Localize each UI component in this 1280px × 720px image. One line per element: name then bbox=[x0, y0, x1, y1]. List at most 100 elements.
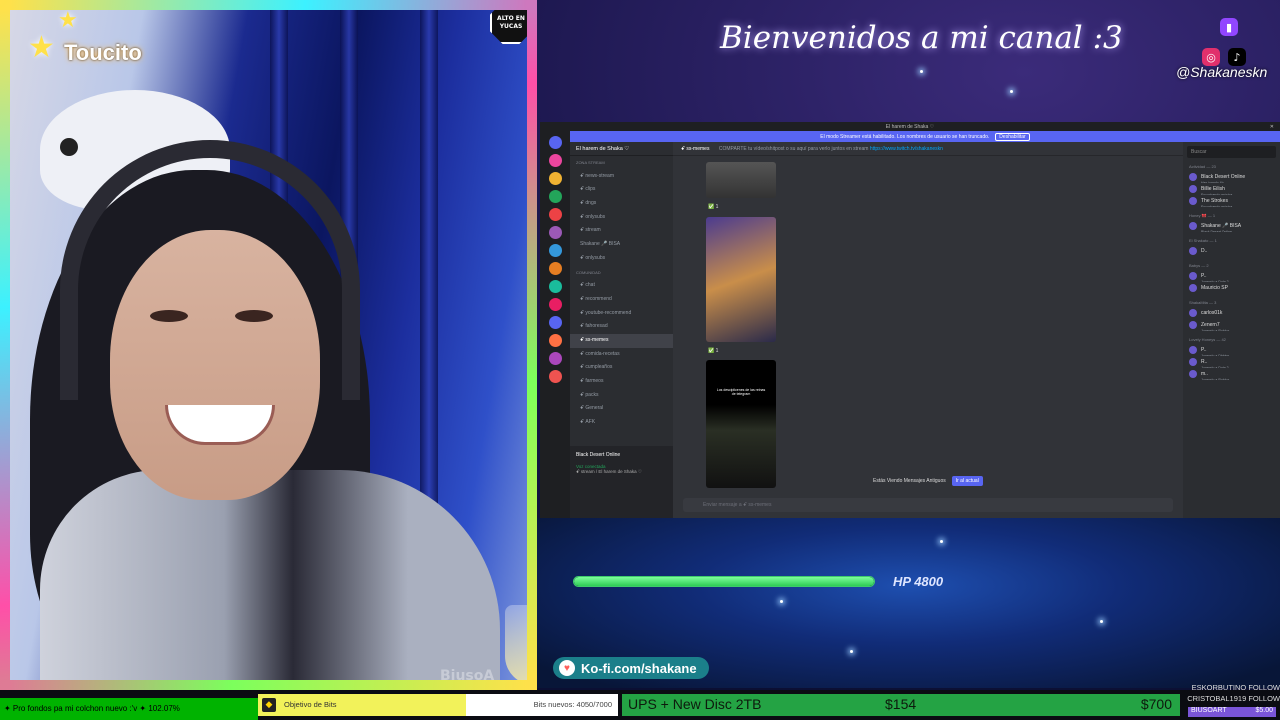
server-icon[interactable] bbox=[548, 208, 562, 221]
close-icon[interactable]: ✕ bbox=[1270, 124, 1274, 130]
hp-label: HP 4800 bbox=[893, 574, 944, 589]
member-item[interactable]: carlos01k bbox=[1183, 307, 1280, 319]
search-input[interactable]: Buscar bbox=[1187, 146, 1276, 158]
server-icon[interactable] bbox=[548, 226, 562, 239]
server-icon[interactable] bbox=[548, 244, 562, 257]
reaction[interactable]: ✅ 1 bbox=[708, 348, 718, 354]
bits-goal: ◆ Objetivo de Bits Bits nuevos: 4050/700… bbox=[258, 694, 618, 716]
member-section: Lovely Honeys — 42 bbox=[1189, 337, 1226, 342]
ticker: ✦ Pro fondos pa mi colchon nuevo :'v ✦ 1… bbox=[0, 698, 258, 720]
server-icon[interactable] bbox=[548, 352, 562, 365]
member-item[interactable]: Black Desert Online Has jugado 4h bbox=[1183, 171, 1280, 183]
server-list bbox=[540, 131, 570, 518]
window-title: El harem de Shaka ♡ bbox=[885, 123, 935, 130]
channel-link[interactable]: https://www.twitch.tv/shakaneskn bbox=[870, 146, 943, 152]
member-name: Zenern7 bbox=[1201, 322, 1220, 328]
server-icon[interactable] bbox=[548, 298, 562, 311]
banner-text: El modo Streamer está habilitado. Los no… bbox=[820, 133, 990, 140]
channel-item[interactable]: ꗃ recommend bbox=[570, 293, 673, 307]
twitch-icon: ▮ bbox=[1220, 18, 1238, 36]
member-activity: Black Desert Online bbox=[1201, 230, 1232, 232]
member-item[interactable]: D.. bbox=[1183, 245, 1280, 257]
eye bbox=[235, 310, 273, 322]
member-list: Buscar Actividad — 23 Black Desert Online… bbox=[1183, 142, 1280, 518]
member-item[interactable]: Mauricio SP bbox=[1183, 282, 1280, 294]
video-attachment[interactable]: Los desciplicenes de las reinas de teleg… bbox=[706, 360, 776, 488]
member-item[interactable]: P.. Jugando a Dota 2 bbox=[1183, 270, 1280, 282]
star-icon: ★ bbox=[28, 30, 55, 65]
channel-item[interactable]: ꗃ farmeos bbox=[570, 375, 673, 389]
message-input[interactable]: Enviar mensaje a ꗃ ss-memes bbox=[683, 498, 1173, 512]
server-icon[interactable] bbox=[548, 334, 562, 347]
server-icon[interactable] bbox=[548, 154, 562, 167]
channel-category[interactable]: ZONA STREAM bbox=[570, 156, 673, 170]
server-icon[interactable] bbox=[548, 190, 562, 203]
plush-eye bbox=[60, 138, 78, 156]
channel-item[interactable]: ꗃ cumpleaños bbox=[570, 361, 673, 375]
channel-item[interactable]: ꗃ chat bbox=[570, 279, 673, 293]
member-item[interactable]: The Strokes Escuchando música bbox=[1183, 195, 1280, 207]
member-name: m.. bbox=[1201, 371, 1208, 377]
disable-button[interactable]: Deshabilitar bbox=[995, 132, 1030, 141]
member-item[interactable]: Shakane 🎤 BISA Black Desert Online bbox=[1183, 220, 1280, 232]
member-name: D.. bbox=[1201, 248, 1208, 254]
channel-category[interactable]: COMUNIDAD bbox=[570, 266, 673, 280]
member-item[interactable]: Zenern7 Jugando a Roblox bbox=[1183, 319, 1280, 331]
server-name[interactable]: El harem de Shaka ♡ bbox=[570, 142, 673, 156]
member-activity: Jugando a Roblox bbox=[1201, 329, 1230, 331]
channel-item[interactable]: ꗃ AFK bbox=[570, 416, 673, 430]
server-icon[interactable] bbox=[548, 280, 562, 293]
member-item[interactable]: P.. Jugando a Dbbins bbox=[1183, 344, 1280, 356]
reaction[interactable]: ✅ 1 bbox=[708, 204, 718, 210]
bits-count: Bits nuevos: 4050/7000 bbox=[534, 700, 612, 709]
jump-to-present-button[interactable]: Ir al actual bbox=[951, 476, 983, 486]
channel-item[interactable]: ꗃ clips bbox=[570, 183, 673, 197]
kofi-link[interactable]: ♥ Ko-fi.com/shakane bbox=[553, 657, 709, 679]
donation-amount: $5.00 bbox=[1255, 707, 1273, 714]
video-attachment[interactable] bbox=[706, 162, 776, 198]
star bbox=[920, 70, 923, 73]
server-icon[interactable] bbox=[548, 136, 562, 149]
bits-current: 4050 bbox=[576, 700, 594, 709]
video-attachment[interactable] bbox=[706, 217, 776, 342]
webcam-feed: ★ ★ Toucito ALTO EN YUCAS BiusoA bbox=[0, 0, 537, 690]
candy-glass bbox=[505, 605, 537, 685]
member-activity: Escuchando música bbox=[1201, 205, 1233, 207]
bits-label: Bits nuevos: bbox=[533, 700, 575, 709]
star bbox=[1010, 90, 1013, 93]
channel-item[interactable]: Shakane 🎤 BISA bbox=[570, 238, 673, 252]
channel-name: ꗃ ss-memes bbox=[681, 146, 710, 152]
channel-item[interactable]: ꗃ General bbox=[570, 402, 673, 416]
voice-location[interactable]: ꗃ stream / El harem de Shaka ♡ bbox=[570, 469, 673, 475]
channel-item[interactable]: ꗃ fahoresad bbox=[570, 320, 673, 334]
member-activity: Jugando a Roblox bbox=[1201, 378, 1230, 380]
channel-item[interactable]: ꗃ news-stream bbox=[570, 170, 673, 184]
channel-item[interactable]: ꗃ ss-memes bbox=[570, 333, 673, 348]
channel-item[interactable]: ꗃ comida-recetas bbox=[570, 348, 673, 362]
channel-item[interactable]: ꗃ onlysubs bbox=[570, 252, 673, 266]
member-item[interactable]: R.. Jugando a Dota 2 bbox=[1183, 356, 1280, 368]
server-icon[interactable] bbox=[548, 370, 562, 383]
channel-item[interactable]: ꗃ onlysubs bbox=[570, 211, 673, 225]
channel-item[interactable]: ꗃ packs bbox=[570, 389, 673, 403]
follow-entry: ESKORBUTINO FOLLOW bbox=[1191, 683, 1280, 692]
member-item[interactable]: Billie Eilish Escuchando música bbox=[1183, 183, 1280, 195]
member-item[interactable]: m.. Jugando a Roblox bbox=[1183, 368, 1280, 380]
channel-item[interactable]: ꗃ dngs bbox=[570, 197, 673, 211]
channel-item[interactable]: ꗃ youtube-recommend bbox=[570, 307, 673, 321]
server-icon[interactable] bbox=[548, 262, 562, 275]
bits-title: Objetivo de Bits bbox=[284, 700, 337, 709]
channel-topic: COMPARTE tu vídeo/shitpost o su aquí par… bbox=[718, 146, 869, 152]
old-messages-text: Estás Viendo Mensajes Antiguos bbox=[873, 478, 946, 484]
welcome-title: Bienvenidos a mi canal :3 bbox=[720, 20, 1123, 56]
star bbox=[780, 600, 783, 603]
server-icon[interactable] bbox=[548, 172, 562, 185]
discord-window: El harem de Shaka ♡ ✕ El modo Streamer e… bbox=[540, 122, 1280, 518]
donor-name: BIUSOART bbox=[1191, 707, 1227, 714]
server-icon[interactable] bbox=[548, 316, 562, 329]
member-section: Actividad — 23 bbox=[1189, 164, 1216, 169]
member-name: P.. bbox=[1201, 273, 1207, 279]
eye bbox=[150, 310, 188, 322]
channel-item[interactable]: ꗃ stream bbox=[570, 224, 673, 238]
member-name: Black Desert Online bbox=[1201, 174, 1246, 180]
